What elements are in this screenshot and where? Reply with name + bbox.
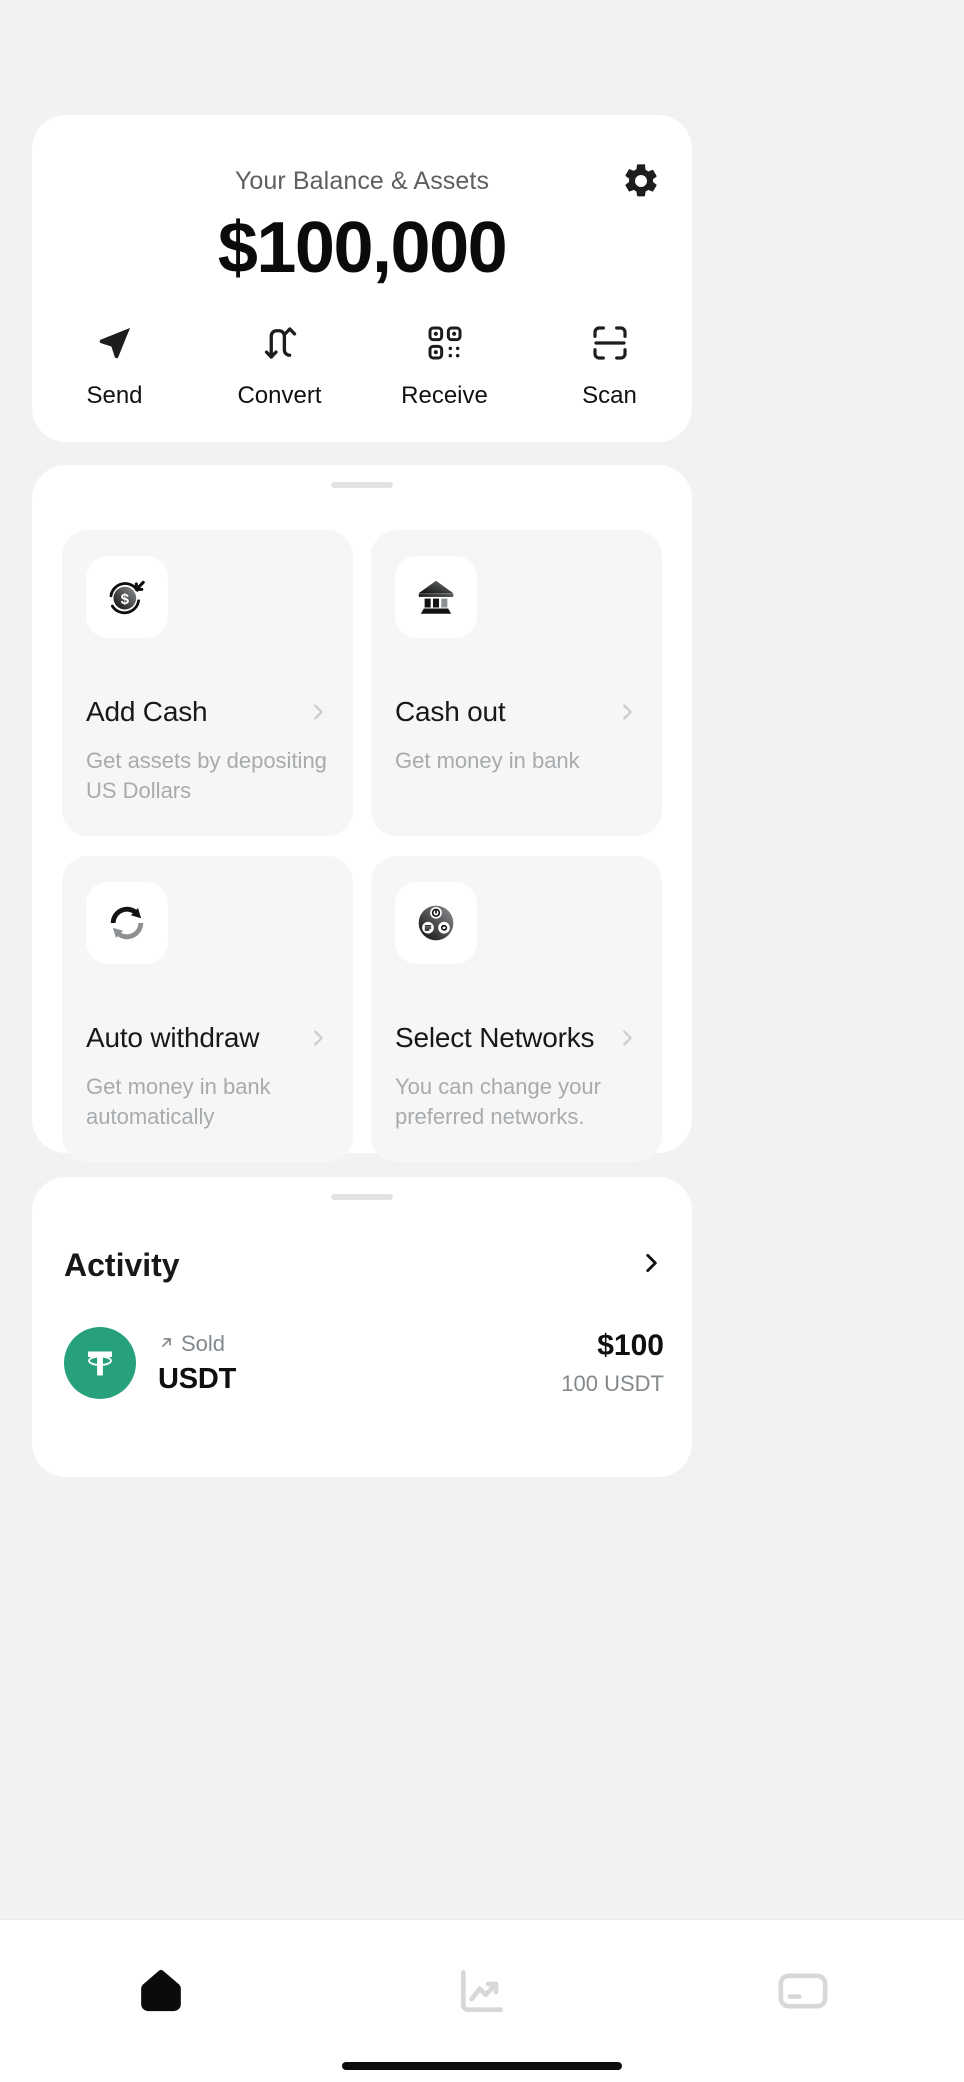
balance-card: Your Balance & Assets $100,000 Send Conv…: [32, 115, 692, 442]
action-convert[interactable]: Convert: [205, 320, 355, 410]
tile-cash-out-subtitle: Get money in bank: [395, 748, 580, 773]
activity-row-amounts: $100 100 USDT: [561, 1329, 664, 1397]
activity-row-info: Sold USDT: [158, 1331, 561, 1396]
drag-handle[interactable]: [331, 482, 393, 488]
bottom-navigation: [0, 1919, 964, 2082]
chevron-right-icon: [616, 1027, 638, 1049]
tile-select-networks[interactable]: Select Networks You can change your pref…: [371, 856, 662, 1162]
nav-item-home[interactable]: [0, 1950, 321, 2036]
activity-row-kind: Sold: [158, 1331, 561, 1357]
settings-button[interactable]: [618, 160, 664, 206]
action-send-label: Send: [86, 382, 143, 409]
action-scan-label: Scan: [582, 382, 637, 409]
tile-cash-out[interactable]: Cash out Get money in bank: [371, 530, 662, 836]
tile-auto-withdraw-subtitle: Get money in bank automatically: [86, 1074, 271, 1129]
home-indicator: [342, 2062, 622, 2070]
activity-row-symbol: USDT: [158, 1362, 237, 1395]
action-send[interactable]: Send: [40, 320, 190, 410]
activity-row[interactable]: Sold USDT $100 100 USDT: [64, 1327, 664, 1399]
arrow-up-right-icon: [158, 1331, 175, 1357]
svg-text:$: $: [121, 591, 130, 608]
gear-icon: [621, 161, 661, 206]
chevron-right-icon: [307, 1027, 329, 1049]
chevron-right-icon: [307, 701, 329, 723]
send-paper-plane-icon: [94, 320, 136, 366]
balance-amount: $100,000: [217, 208, 508, 288]
qr-code-icon: [425, 320, 465, 366]
drag-handle[interactable]: [331, 1194, 393, 1200]
action-convert-label: Convert: [237, 382, 322, 409]
action-scan[interactable]: Scan: [535, 320, 685, 410]
bank-building-icon: [395, 556, 477, 638]
activity-card: Activity Sold USDT $100 100 USDT: [32, 1177, 692, 1477]
balance-title: Your Balance & Assets: [234, 167, 490, 195]
tile-select-networks-title: Select Networks: [395, 1022, 595, 1053]
network-nodes-icon: [395, 882, 477, 964]
app-screen: Your Balance & Assets $100,000 Send Conv…: [0, 0, 964, 2082]
action-receive[interactable]: Receive: [370, 320, 520, 410]
tile-add-cash[interactable]: $ Add Cash Get assets by depositing US D…: [62, 530, 353, 836]
tether-logo-icon: [64, 1327, 136, 1399]
activity-row-kind-label: Sold: [181, 1330, 226, 1356]
tile-cash-out-title: Cash out: [395, 696, 506, 727]
action-receive-label: Receive: [401, 382, 488, 409]
features-grid: $ Add Cash Get assets by depositing US D…: [62, 530, 662, 1162]
activity-row-fiat: $100: [597, 1329, 664, 1362]
sync-arrows-icon: [86, 882, 168, 964]
activity-row-units: 100 USDT: [561, 1371, 664, 1396]
tile-auto-withdraw-title: Auto withdraw: [86, 1022, 260, 1053]
tile-select-networks-subtitle: You can change your preferred networks.: [395, 1074, 601, 1129]
trending-up-icon: [454, 1963, 510, 2024]
chevron-right-icon: [638, 1250, 664, 1281]
quick-actions: Send Convert Receive Scan: [32, 320, 692, 410]
chevron-right-icon: [616, 701, 638, 723]
activity-header[interactable]: Activity: [64, 1247, 664, 1284]
nav-item-card[interactable]: [643, 1950, 964, 2036]
tile-add-cash-subtitle: Get assets by depositing US Dollars: [86, 748, 327, 803]
activity-heading: Activity: [64, 1247, 180, 1283]
features-card: $ Add Cash Get assets by depositing US D…: [32, 465, 692, 1162]
nav-item-markets[interactable]: [321, 1950, 642, 2036]
convert-arrows-icon: [259, 320, 301, 366]
scan-frame-icon: [590, 320, 630, 366]
dollar-coin-arrow-icon: $: [86, 556, 168, 638]
tile-add-cash-title: Add Cash: [86, 696, 208, 727]
home-icon: [133, 1963, 189, 2024]
card-icon: [775, 1963, 831, 2024]
tile-auto-withdraw[interactable]: Auto withdraw Get money in bank automati…: [62, 856, 353, 1162]
